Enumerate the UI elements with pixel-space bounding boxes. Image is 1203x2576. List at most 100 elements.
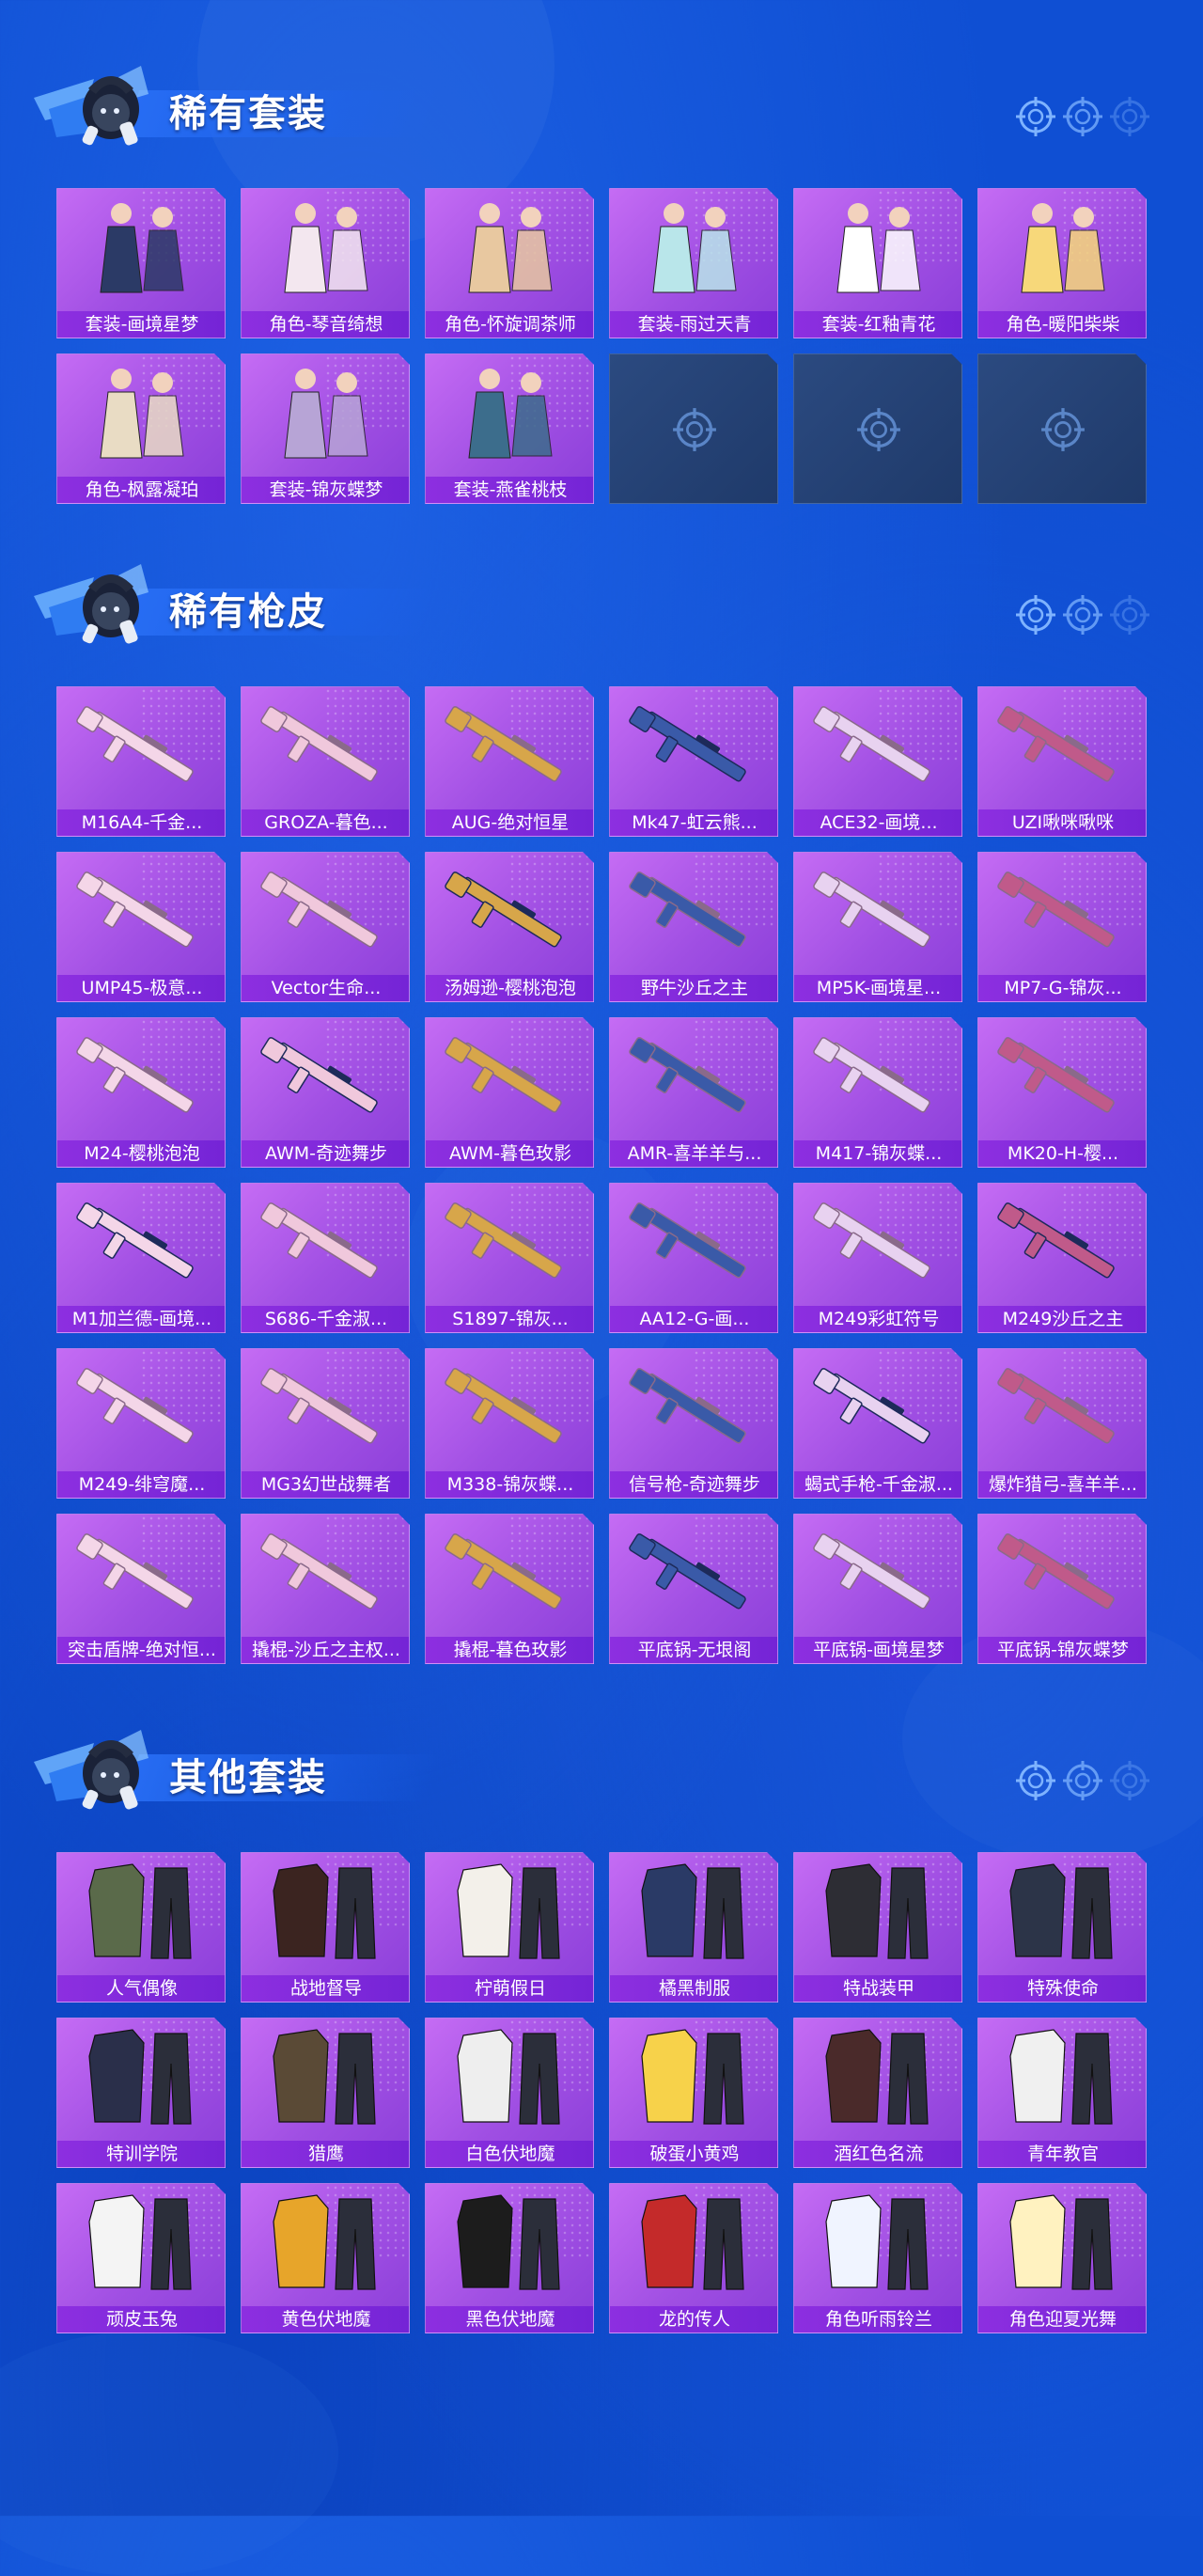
item-card[interactable]: 角色-怀旋调茶师 bbox=[425, 188, 594, 338]
item-card[interactable]: 酒红色名流 bbox=[793, 2018, 962, 2168]
item-label: 橘黑制服 bbox=[610, 1975, 777, 2002]
item-card[interactable]: GROZA-暮色... bbox=[241, 686, 410, 837]
item-card[interactable]: UZI啾咪啾咪 bbox=[977, 686, 1147, 837]
item-card[interactable]: 破蛋小黄鸡 bbox=[609, 2018, 778, 2168]
item-label: UMP45-极意... bbox=[57, 975, 225, 1001]
item-card[interactable]: 特训学院 bbox=[56, 2018, 226, 2168]
item-label: 战地督导 bbox=[242, 1975, 409, 2002]
item-card[interactable]: 角色迎夏光舞 bbox=[977, 2183, 1147, 2333]
section-header: 稀有枪皮 bbox=[28, 555, 1184, 658]
item-card[interactable]: MG3幻世战舞者 bbox=[241, 1348, 410, 1499]
item-card[interactable]: 平底锅-无垠阁 bbox=[609, 1514, 778, 1664]
item-card[interactable]: 橘黑制服 bbox=[609, 1852, 778, 2003]
item-label: M24-樱桃泡泡 bbox=[57, 1140, 225, 1167]
item-card[interactable]: 套装-锦灰蝶梦 bbox=[241, 353, 410, 504]
item-card[interactable]: AMR-喜羊羊与... bbox=[609, 1017, 778, 1168]
item-card[interactable]: 套装-燕雀桃枝 bbox=[425, 353, 594, 504]
item-card[interactable]: 顽皮玉兔 bbox=[56, 2183, 226, 2333]
item-card[interactable]: M249彩虹符号 bbox=[793, 1183, 962, 1333]
item-card[interactable]: 角色-琴音绮想 bbox=[241, 188, 410, 338]
item-label: MG3幻世战舞者 bbox=[242, 1471, 409, 1498]
item-card[interactable]: 猎鹰 bbox=[241, 2018, 410, 2168]
item-label: 套装-雨过天青 bbox=[610, 311, 777, 338]
item-card[interactable]: UMP45-极意... bbox=[56, 852, 226, 1002]
item-card[interactable]: AWM-奇迹舞步 bbox=[241, 1017, 410, 1168]
item-card[interactable]: M16A4-千金... bbox=[56, 686, 226, 837]
empty-slot bbox=[793, 353, 962, 504]
item-label: 角色-琴音绮想 bbox=[242, 311, 409, 338]
crosshair-target-icon bbox=[856, 407, 901, 452]
item-label: 破蛋小黄鸡 bbox=[610, 2141, 777, 2167]
item-label: 龙的传人 bbox=[610, 2306, 777, 2333]
item-label: 信号枪-奇迹舞步 bbox=[610, 1471, 777, 1498]
item-card[interactable]: 套装-雨过天青 bbox=[609, 188, 778, 338]
item-label: M16A4-千金... bbox=[57, 809, 225, 836]
item-label: 青年教官 bbox=[978, 2141, 1146, 2167]
item-label: 特训学院 bbox=[57, 2141, 225, 2167]
item-card[interactable]: 平底锅-画境星梦 bbox=[793, 1514, 962, 1664]
item-label: ACE32-画境... bbox=[794, 809, 961, 836]
item-card[interactable]: 黄色伏地魔 bbox=[241, 2183, 410, 2333]
item-card[interactable]: AUG-绝对恒星 bbox=[425, 686, 594, 837]
header-target-decoration bbox=[1015, 96, 1149, 137]
item-label: 套装-锦灰蝶梦 bbox=[242, 477, 409, 503]
item-card[interactable]: M249沙丘之主 bbox=[977, 1183, 1147, 1333]
item-card[interactable]: 青年教官 bbox=[977, 2018, 1147, 2168]
item-card[interactable]: M249-绯穹魔... bbox=[56, 1348, 226, 1499]
item-card[interactable]: 人气偶像 bbox=[56, 1852, 226, 2003]
item-card[interactable]: AA12-G-画... bbox=[609, 1183, 778, 1333]
item-card[interactable]: 平底锅-锦灰蝶梦 bbox=[977, 1514, 1147, 1664]
item-card[interactable]: S686-千金淑... bbox=[241, 1183, 410, 1333]
item-card[interactable]: S1897-锦灰... bbox=[425, 1183, 594, 1333]
item-card[interactable]: Mk47-虹云熊... bbox=[609, 686, 778, 837]
item-label: 汤姆逊-樱桃泡泡 bbox=[426, 975, 593, 1001]
item-card[interactable]: 撬棍-暮色玫影 bbox=[425, 1514, 594, 1664]
item-label: M249-绯穹魔... bbox=[57, 1471, 225, 1498]
item-card[interactable]: M417-锦灰蝶... bbox=[793, 1017, 962, 1168]
item-label: UZI啾咪啾咪 bbox=[978, 809, 1146, 836]
item-card[interactable]: 黑色伏地魔 bbox=[425, 2183, 594, 2333]
item-label: 蝎式手枪-千金淑... bbox=[794, 1471, 961, 1498]
item-card[interactable]: 蝎式手枪-千金淑... bbox=[793, 1348, 962, 1499]
item-card[interactable]: ACE32-画境... bbox=[793, 686, 962, 837]
item-card[interactable]: 角色-枫露凝珀 bbox=[56, 353, 226, 504]
item-card[interactable]: M1加兰德-画境... bbox=[56, 1183, 226, 1333]
item-card[interactable]: 套装-画境星梦 bbox=[56, 188, 226, 338]
item-card[interactable]: 战地督导 bbox=[241, 1852, 410, 2003]
item-card[interactable]: 龙的传人 bbox=[609, 2183, 778, 2333]
item-card[interactable]: MK20-H-樱... bbox=[977, 1017, 1147, 1168]
item-card[interactable]: Vector生命... bbox=[241, 852, 410, 1002]
item-label: 角色-枫露凝珀 bbox=[57, 477, 225, 503]
item-card[interactable]: 撬棍-沙丘之主权... bbox=[241, 1514, 410, 1664]
section-title: 其他套装 bbox=[169, 1756, 327, 1799]
item-label: 平底锅-无垠阁 bbox=[610, 1637, 777, 1663]
item-label: Mk47-虹云熊... bbox=[610, 809, 777, 836]
item-card[interactable]: 突击盾牌-绝对恒... bbox=[56, 1514, 226, 1664]
item-card[interactable]: 白色伏地魔 bbox=[425, 2018, 594, 2168]
item-card[interactable]: 套装-红釉青花 bbox=[793, 188, 962, 338]
item-card[interactable]: 特战装甲 bbox=[793, 1852, 962, 2003]
item-label: MK20-H-樱... bbox=[978, 1140, 1146, 1167]
item-card[interactable]: 汤姆逊-樱桃泡泡 bbox=[425, 852, 594, 1002]
section-header: 其他套装 bbox=[28, 1720, 1184, 1824]
section-title: 稀有套装 bbox=[169, 92, 327, 135]
item-label: S686-千金淑... bbox=[242, 1306, 409, 1332]
item-card[interactable]: AWM-暮色玫影 bbox=[425, 1017, 594, 1168]
hooded-mascot-icon bbox=[28, 56, 169, 160]
item-card[interactable]: 角色听雨铃兰 bbox=[793, 2183, 962, 2333]
item-card[interactable]: 信号枪-奇迹舞步 bbox=[609, 1348, 778, 1499]
crosshair-target-icon bbox=[1040, 407, 1086, 452]
item-card[interactable]: M338-锦灰蝶... bbox=[425, 1348, 594, 1499]
item-card[interactable]: MP7-G-锦灰... bbox=[977, 852, 1147, 1002]
item-card[interactable]: 柠萌假日 bbox=[425, 1852, 594, 2003]
item-label: 撬棍-暮色玫影 bbox=[426, 1637, 593, 1663]
item-card[interactable]: MP5K-画境星... bbox=[793, 852, 962, 1002]
item-card[interactable]: 角色-暖阳柴柴 bbox=[977, 188, 1147, 338]
item-label: 平底锅-画境星梦 bbox=[794, 1637, 961, 1663]
item-label: Vector生命... bbox=[242, 975, 409, 1001]
item-card[interactable]: 特殊使命 bbox=[977, 1852, 1147, 2003]
item-card[interactable]: 爆炸猎弓-喜羊羊... bbox=[977, 1348, 1147, 1499]
item-card[interactable]: M24-樱桃泡泡 bbox=[56, 1017, 226, 1168]
item-card[interactable]: 野牛沙丘之主 bbox=[609, 852, 778, 1002]
background-decoration bbox=[0, 2332, 338, 2576]
